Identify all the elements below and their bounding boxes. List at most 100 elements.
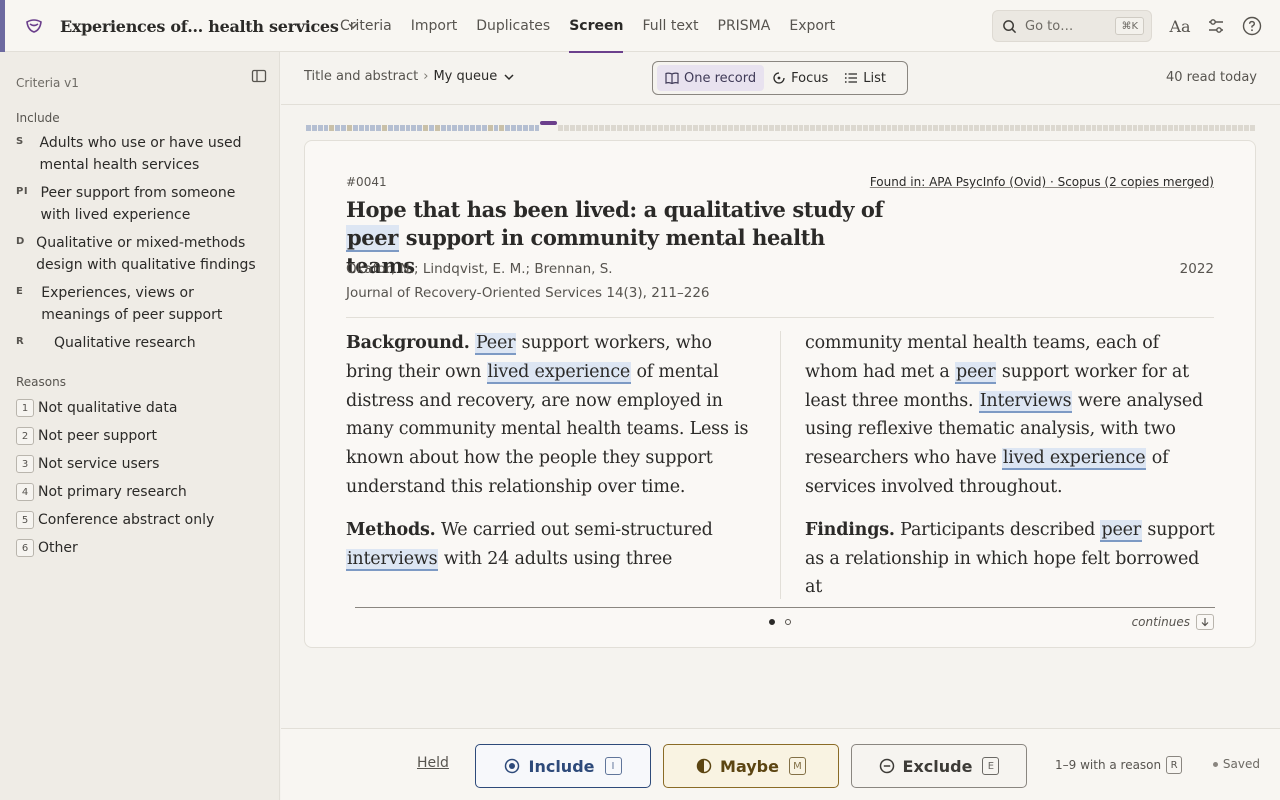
view-one-record[interactable]: One record <box>657 65 765 91</box>
progress-pip-read <box>335 125 341 131</box>
progress-pip-unread <box>968 125 974 131</box>
goto-search[interactable]: Go to… ⌘K <box>992 10 1152 42</box>
progress-pip-unread <box>605 125 611 131</box>
reason-item[interactable]: 1 Not qualitative data <box>16 398 177 418</box>
held-link[interactable]: Held <box>417 755 449 771</box>
progress-pip-read <box>399 125 405 131</box>
exclude-label: Exclude <box>902 756 973 776</box>
abstract-column-left: Background. Peer support workers, who br… <box>346 329 756 587</box>
progress-pip-unread <box>857 125 863 131</box>
progress-pip-unread <box>616 125 622 131</box>
record-id: #0041 <box>346 175 387 189</box>
progress-pip-unread <box>1202 125 1208 131</box>
project-switcher[interactable]: Experiences of… health services <box>60 0 359 52</box>
progress-pip-unread <box>622 125 628 131</box>
nav-export[interactable]: Export <box>789 0 835 52</box>
sliders-icon[interactable] <box>1205 15 1227 37</box>
queue-selector[interactable]: My queue <box>433 69 515 84</box>
reason-item[interactable]: 2 Not peer support <box>16 426 157 446</box>
progress-pip-unread <box>851 125 857 131</box>
window-edge-accent <box>0 0 5 52</box>
progress-pip-unread <box>1138 125 1144 131</box>
progress-pip-unread <box>1232 125 1238 131</box>
progress-pip-unread <box>798 125 804 131</box>
progress-pip-unread <box>704 125 710 131</box>
sidebar-collapse-icon[interactable] <box>251 68 267 84</box>
arrow-down-icon <box>1196 614 1214 630</box>
progress-pip-read <box>388 125 393 131</box>
criterion-s: S Adults who use or have used mental hea… <box>16 132 266 176</box>
progress-pip-unread <box>1126 125 1132 131</box>
progress-pip-unread <box>939 125 945 131</box>
nav-import[interactable]: Import <box>411 0 457 52</box>
focus-icon <box>773 72 785 84</box>
progress-pip-unread <box>921 125 927 131</box>
progress-pip-unread <box>904 125 909 131</box>
progress-pip-unread <box>1032 125 1038 131</box>
continues-button[interactable]: continues <box>1132 614 1214 630</box>
progress-pip-read <box>329 125 335 131</box>
progress-pip-unread <box>1185 125 1191 131</box>
progress-pip-read <box>311 125 317 131</box>
progress-pip-unread <box>699 125 704 131</box>
page-dot-1[interactable] <box>769 619 775 625</box>
progress-pip-unread <box>628 125 634 131</box>
page-dot-2[interactable] <box>785 619 791 625</box>
app-logo-icon[interactable] <box>22 14 46 38</box>
progress-pip-unread <box>716 125 722 131</box>
progress-pip-read <box>464 125 470 131</box>
help-icon[interactable] <box>1241 15 1263 37</box>
nav-duplicates[interactable]: Duplicates <box>476 0 550 52</box>
reason-item[interactable]: 3 Not service users <box>16 454 159 474</box>
progress-pip-read <box>475 125 481 131</box>
maybe-button[interactable]: Maybe M <box>663 744 839 788</box>
criterion-letter: R <box>16 336 25 347</box>
queue-progress-strip[interactable] <box>306 121 1255 131</box>
progress-pip-unread <box>1091 125 1097 131</box>
reason-hint: 1–9 with a reason R <box>1055 756 1183 774</box>
exclude-button[interactable]: Exclude E <box>851 744 1027 788</box>
nav-screen[interactable]: Screen <box>569 0 624 53</box>
criterion-letter: PI <box>16 186 29 197</box>
progress-pip-read <box>358 125 364 131</box>
nav-criteria[interactable]: Criteria <box>340 0 392 52</box>
progress-pip-read <box>306 125 311 131</box>
progress-pip-unread <box>1238 125 1243 131</box>
progress-pip-unread <box>587 125 593 131</box>
progress-pip-unread <box>804 125 810 131</box>
breadcrumb-stage[interactable]: Title and abstract <box>304 69 418 84</box>
record-year: 2022 <box>1179 261 1214 277</box>
include-button[interactable]: Include I <box>475 744 651 788</box>
progress-pip-unread <box>1132 125 1138 131</box>
progress-pip-unread <box>734 125 740 131</box>
progress-pip-unread <box>1249 125 1255 131</box>
progress-pip-unread <box>1044 125 1050 131</box>
font-settings-button[interactable]: Aa <box>1169 15 1191 37</box>
view-focus[interactable]: Focus <box>764 65 836 91</box>
progress-pip-read <box>446 125 452 131</box>
progress-pip-unread <box>1150 125 1156 131</box>
reason-label: Not primary research <box>38 484 187 500</box>
progress-pip-unread <box>593 125 599 131</box>
reason-item[interactable]: 6 Other <box>16 538 78 558</box>
highlight-term: peer <box>954 361 997 384</box>
nav-prisma[interactable]: PRISMA <box>718 0 771 52</box>
criterion-text: Qualitative research <box>54 335 196 351</box>
reason-label: Not qualitative data <box>38 400 178 416</box>
progress-pip-unread <box>681 125 687 131</box>
progress-pip-unread <box>1068 125 1073 131</box>
breadcrumb: Title and abstract › My queue <box>304 69 515 84</box>
view-list[interactable]: List <box>836 65 894 91</box>
nav-full-text[interactable]: Full text <box>642 0 698 52</box>
progress-pip-unread <box>816 125 822 131</box>
progress-pip-unread <box>1115 125 1120 131</box>
reason-item[interactable]: 5 Conference abstract only <box>16 510 214 530</box>
found-in-link[interactable]: Found in: APA PsycInfo (Ovid) · Scopus (… <box>870 175 1214 189</box>
criterion-text: Experiences, views or meanings of peer s… <box>41 285 223 323</box>
highlight-term: Interviews <box>978 390 1073 413</box>
view-mode-toggle: One record Focus List <box>652 61 908 95</box>
progress-pip-unread <box>558 125 564 131</box>
reason-item[interactable]: 4 Not primary research <box>16 482 187 502</box>
progress-pip-unread <box>1079 125 1085 131</box>
progress-pip-read <box>452 125 458 131</box>
